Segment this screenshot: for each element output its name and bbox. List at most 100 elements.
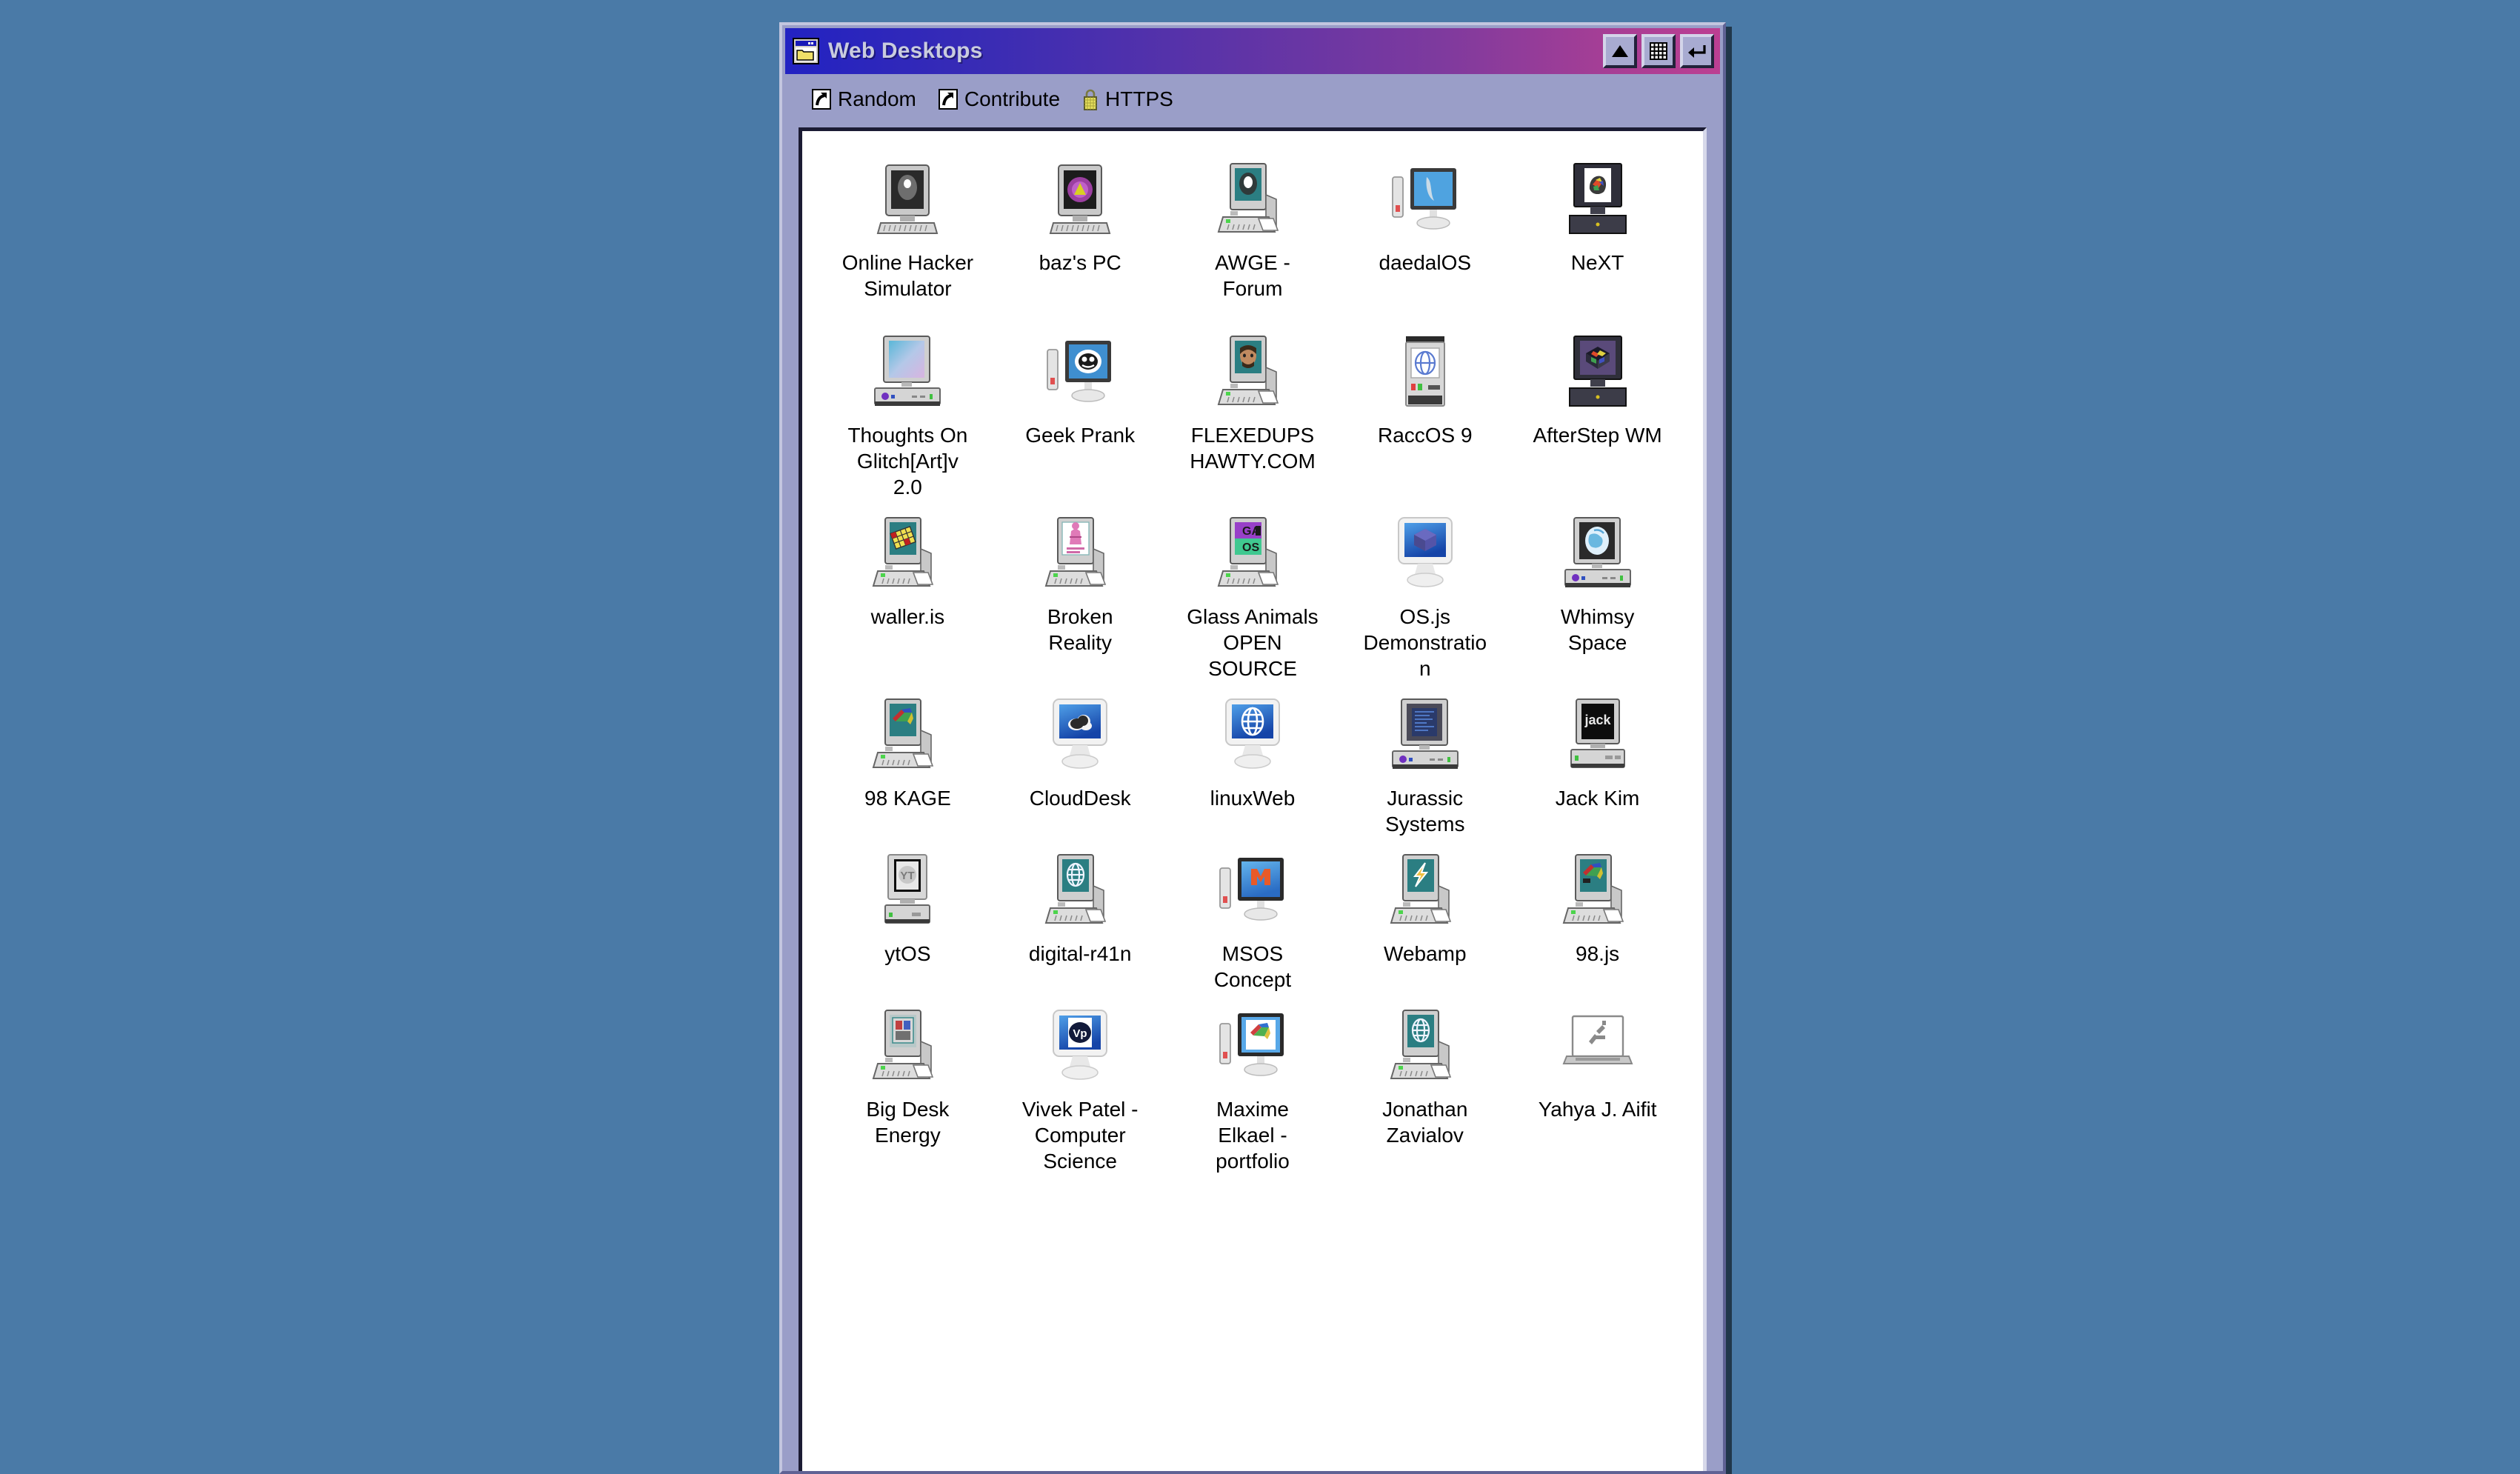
desktop-icon-item[interactable]: NeXT [1511, 146, 1684, 319]
desktop-keyboard-mouse-icon [1039, 513, 1121, 596]
desktop-icon-label: AfterStep WM [1533, 424, 1662, 447]
flat-monitor-tower-icon [1211, 1006, 1294, 1089]
desktop-icon-item[interactable]: Maxime Elkael - portfolio [1167, 993, 1339, 1174]
desktop-icon-label: Whimsy Space [1560, 605, 1635, 654]
flat-monitor-tower-icon [1039, 332, 1121, 415]
desktop-icon-item[interactable]: RaccOS 9 [1339, 319, 1511, 500]
desktop-icon-item[interactable]: digital-r41n [994, 837, 1167, 993]
desktop-icon-label: OS.js Demonstration [1363, 605, 1487, 680]
desktop-icon-label: CloudDesk [1029, 787, 1131, 810]
desktop-icon-label: FLEXEDUPSHAWTY.COM [1190, 424, 1316, 473]
desktop-icon-label: Jack Kim [1555, 787, 1640, 810]
icon-grid: Online Hacker Simulator baz's PC AWGE - … [802, 131, 1703, 1174]
maximize-button[interactable] [1641, 34, 1676, 68]
desktop-keyboard-mouse-icon [1211, 159, 1294, 242]
crt-tower-pc-icon: jack [1556, 695, 1639, 778]
svg-text:YT: YT [901, 870, 915, 882]
desktop-icon-item[interactable]: YT ytOS [821, 837, 994, 993]
desktop-icon-item[interactable]: AWGE - Forum [1167, 146, 1339, 319]
lcd-monitor-icon [1039, 695, 1121, 778]
desktop-icon-item[interactable]: baz's PC [994, 146, 1167, 319]
shortcut-arrow-icon [812, 89, 831, 110]
desktop-icon-item[interactable]: Jurassic Systems [1339, 681, 1511, 837]
toolbar-link-label: Random [838, 87, 916, 110]
laptop-icon [1556, 1006, 1639, 1089]
svg-text:jack: jack [1584, 713, 1611, 727]
desktop-icon-label: linuxWeb [1210, 787, 1296, 810]
desktop-icon-label: waller.is [870, 605, 945, 628]
desktop-icon-item[interactable]: CloudDesk [994, 681, 1167, 837]
grid-icon [1650, 42, 1667, 60]
desktop-keyboard-mouse-icon [866, 1006, 949, 1089]
window-toolbar: Random Contribute HTTPS [785, 74, 1720, 124]
desktop-icon-item[interactable]: Whimsy Space [1511, 500, 1684, 681]
desktop-icon-item[interactable]: Broken Reality [994, 500, 1167, 681]
desktop-icon-label: digital-r41n [1028, 942, 1132, 965]
desktop-icon-item[interactable]: FLEXEDUPSHAWTY.COM [1167, 319, 1339, 500]
toolbar-link-label: Contribute [964, 87, 1061, 110]
desktop-icon-item[interactable]: linuxWeb [1167, 681, 1339, 837]
desktop-box-pc-icon [866, 332, 949, 415]
lcd-monitor-icon [1211, 695, 1294, 778]
desktop-icon-item[interactable]: Online Hacker Simulator [821, 146, 994, 319]
desktop-icon-item[interactable]: Yahya J. Aifit [1511, 993, 1684, 1174]
desktop-keyboard-mouse-icon [1211, 332, 1294, 415]
flat-monitor-tower-icon [1211, 850, 1294, 933]
toolbar-link-label: HTTPS [1105, 87, 1173, 110]
crt-tower-pc-icon: YT [866, 850, 949, 933]
crt-tower-pc-icon [866, 159, 949, 242]
desktop-icon-label: 98.js [1576, 942, 1620, 965]
desktop-icon-label: Yahya J. Aifit [1538, 1098, 1657, 1121]
desktop-keyboard-mouse-icon [1556, 850, 1639, 933]
flat-monitor-tower-icon [1384, 159, 1467, 242]
desktop-icon-label: Online Hacker Simulator [841, 251, 974, 300]
mac-tower-icon [1384, 332, 1467, 415]
shortcut-arrow-icon [938, 89, 958, 110]
desktop-icon-item[interactable]: OS.js Demonstration [1339, 500, 1511, 681]
desktop-keyboard-mouse-icon [866, 513, 949, 596]
desktop-keyboard-mouse-icon [1039, 850, 1121, 933]
desktop-box-pc-icon [1556, 513, 1639, 596]
desktop-icon-label: Webamp [1384, 942, 1467, 965]
desktop-icon-item[interactable]: 98.js [1511, 837, 1684, 993]
desktop-icon-item[interactable]: AfterStep WM [1511, 319, 1684, 500]
desktop-icon-item[interactable]: Vp Vivek Patel - Computer Science [994, 993, 1167, 1174]
desktop-icon-label: Big Desk Energy [866, 1098, 950, 1147]
desktop-icon-label: Jurassic Systems [1385, 787, 1465, 836]
desktop-icon-label: ytOS [884, 942, 931, 965]
desktop-keyboard-mouse-icon [866, 695, 949, 778]
desktop-icon-label: RaccOS 9 [1377, 424, 1473, 447]
desktop-icon-item[interactable]: 98 KAGE [821, 681, 994, 837]
desktop-icon-item[interactable]: jack Jack Kim [1511, 681, 1684, 837]
desktop-icon-label: Glass Animals OPEN SOURCE [1187, 605, 1319, 680]
desktop-icon-item[interactable]: GA OS Glass Animals OPEN SOURCE [1167, 500, 1339, 681]
desktop-icon-item[interactable]: Big Desk Energy [821, 993, 994, 1174]
crt-tower-pc-icon [1039, 159, 1121, 242]
close-button[interactable] [1680, 34, 1714, 68]
window-titlebar[interactable]: Web Desktops [785, 28, 1720, 74]
padlock-icon [1082, 88, 1099, 110]
desktop-icon-item[interactable]: MSOS Concept [1167, 837, 1339, 993]
lcd-monitor-icon: Vp [1039, 1006, 1121, 1089]
desktop-icon-item[interactable]: Webamp [1339, 837, 1511, 993]
desktop-icon-item[interactable]: Geek Prank [994, 319, 1167, 500]
desktop-icon-item[interactable]: waller.is [821, 500, 994, 681]
desktop-icon-item[interactable]: Thoughts On Glitch[Art]v 2.0 [821, 319, 994, 500]
desktop-keyboard-mouse-icon [1384, 850, 1467, 933]
icon-grid-panel: Online Hacker Simulator baz's PC AWGE - … [799, 127, 1707, 1471]
toolbar-link-contribute[interactable]: Contribute [938, 87, 1061, 111]
desktop-icon-label: Vivek Patel - Computer Science [1021, 1098, 1139, 1173]
toolbar-link-random[interactable]: Random [812, 87, 916, 111]
desktop-icon-label: Broken Reality [1047, 605, 1113, 654]
desktop-icon-label: Thoughts On Glitch[Art]v 2.0 [847, 424, 968, 498]
desktop-icon-item[interactable]: Jonathan Zavialov [1339, 993, 1511, 1174]
lcd-monitor-icon [1384, 513, 1467, 596]
toolbar-link-https[interactable]: HTTPS [1082, 87, 1173, 111]
next-cube-monitor-icon [1556, 159, 1639, 242]
svg-text:Vp: Vp [1073, 1027, 1087, 1040]
desktop-icon-label: daedalOS [1379, 251, 1472, 274]
desktop-icon-item[interactable]: daedalOS [1339, 146, 1511, 319]
window-title: Web Desktops [828, 39, 983, 63]
desktop-keyboard-mouse-icon: GA OS [1211, 513, 1294, 596]
shade-button[interactable] [1603, 34, 1637, 68]
